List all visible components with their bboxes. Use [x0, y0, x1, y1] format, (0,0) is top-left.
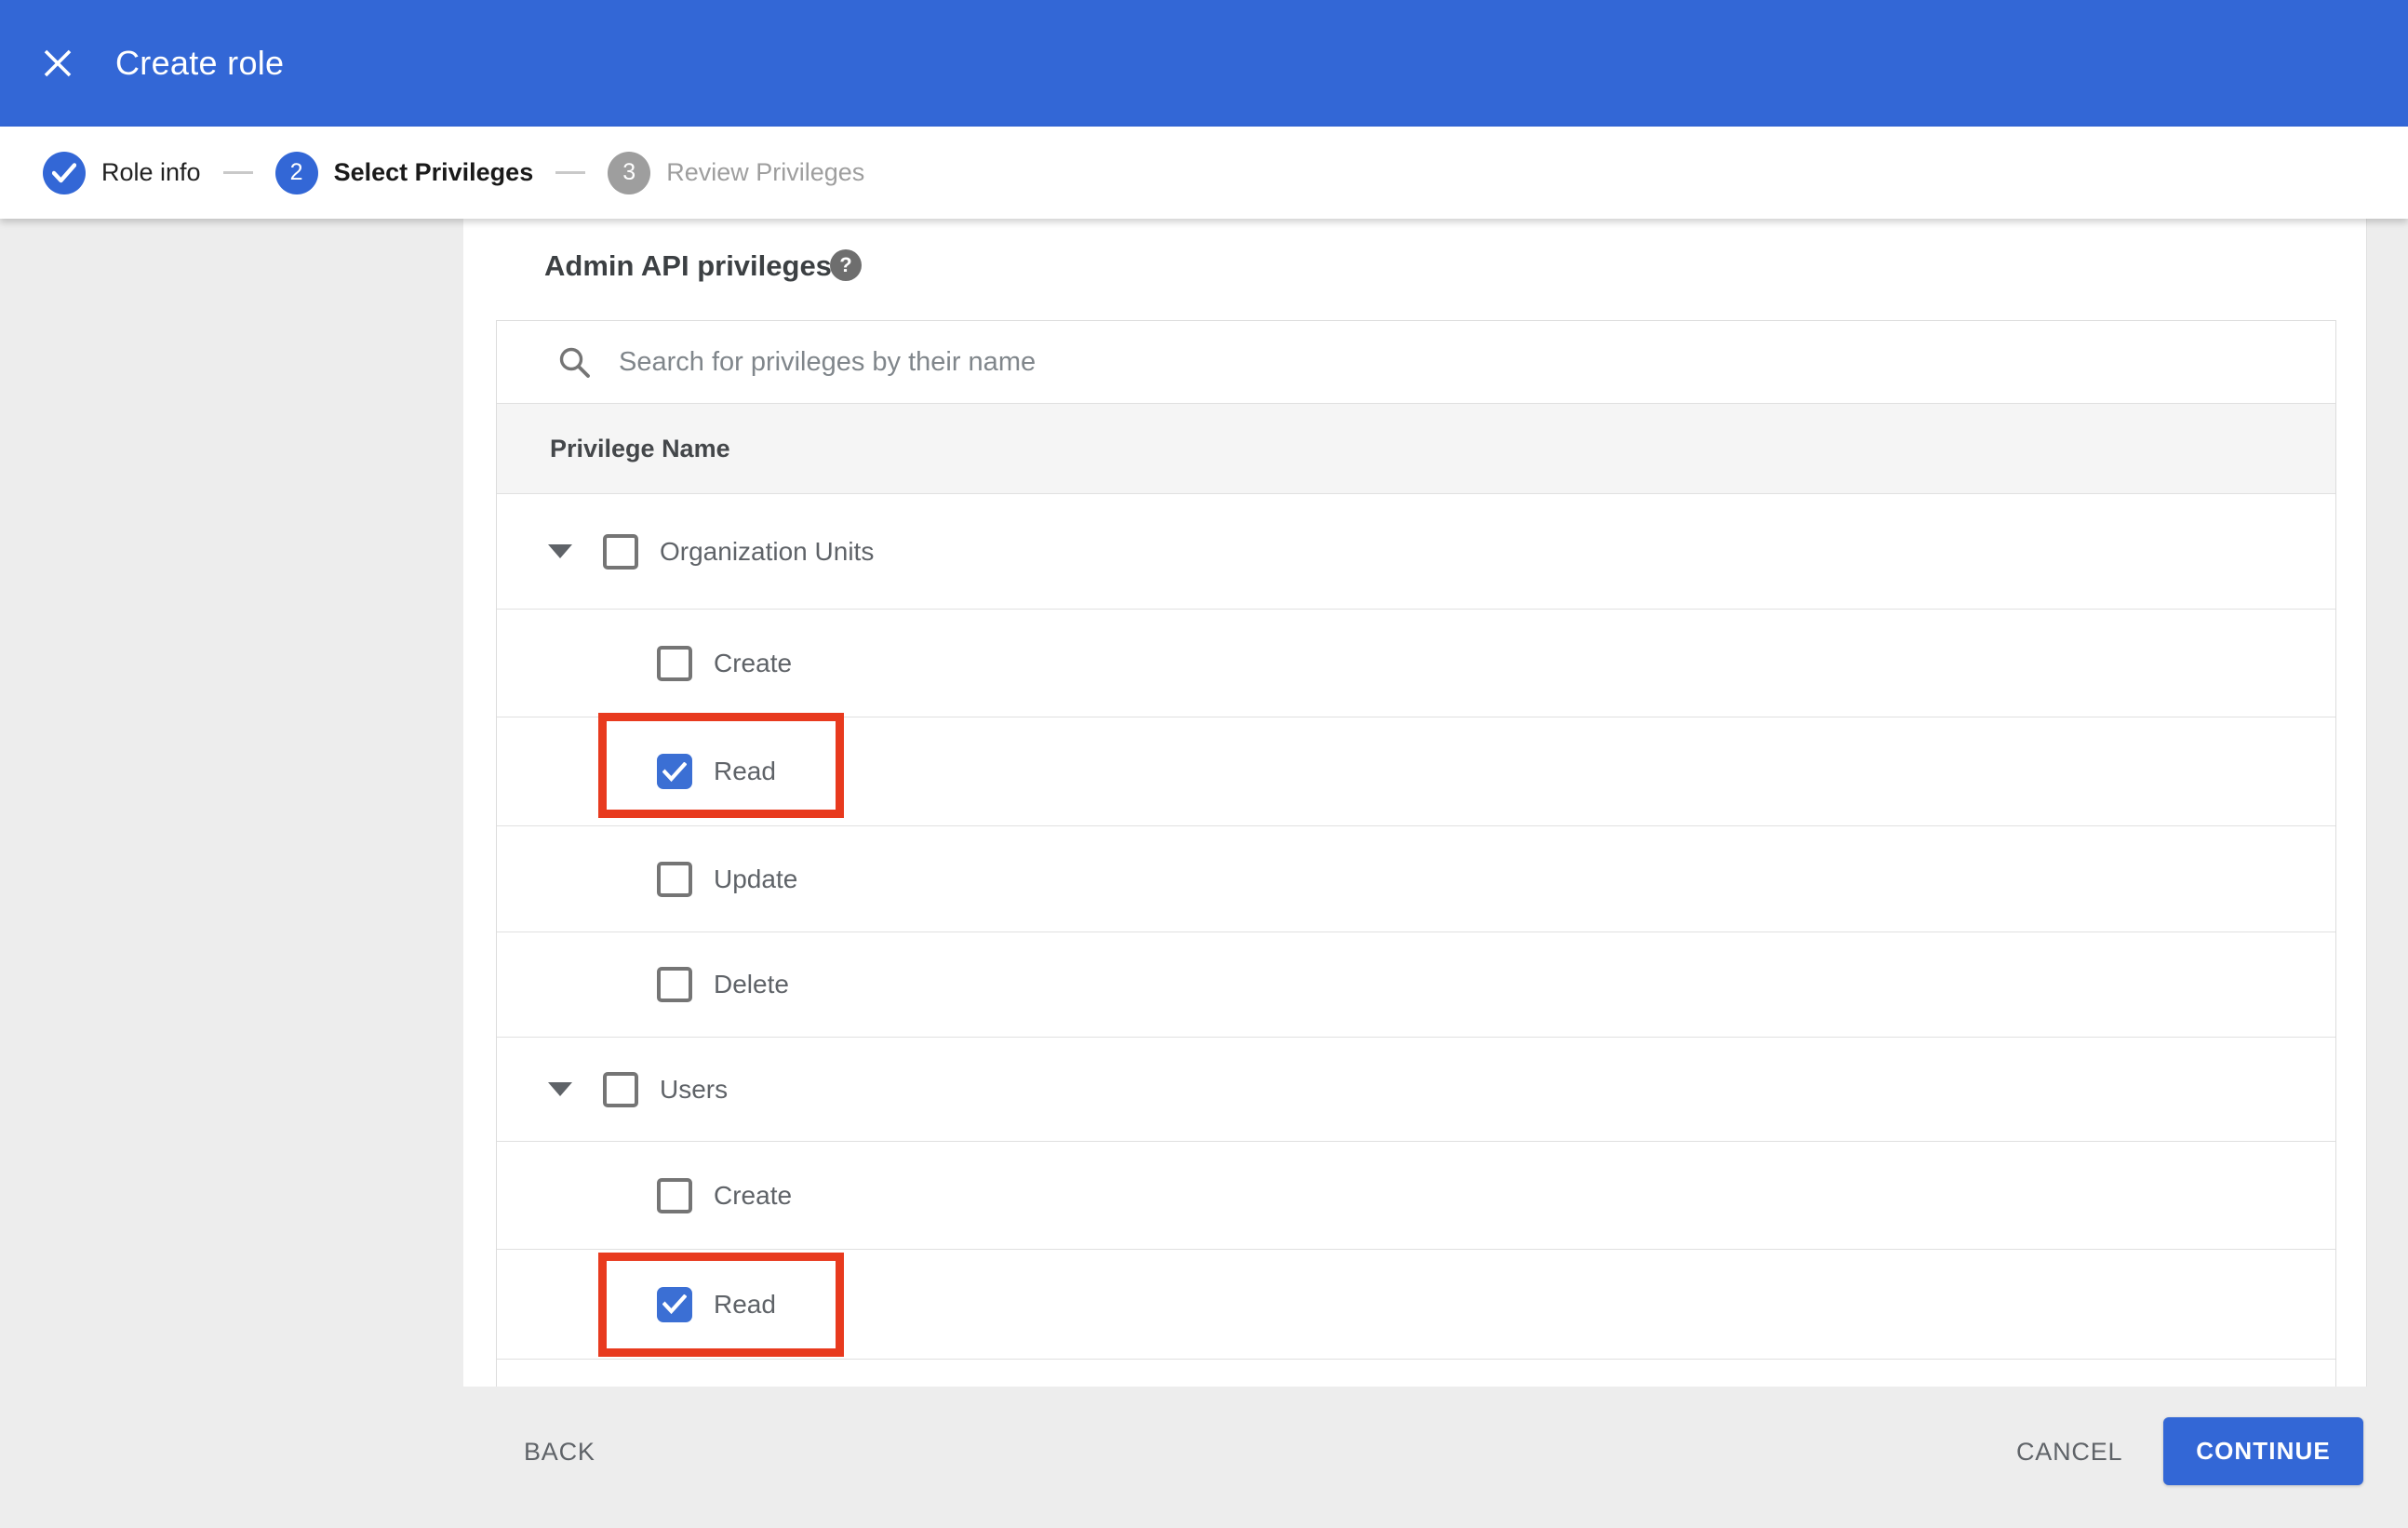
checkbox-users-create[interactable] — [657, 1177, 692, 1213]
privilege-label: Users — [660, 1074, 729, 1104]
table-header-label: Privilege Name — [550, 434, 730, 462]
step-label: Review Privileges — [666, 158, 865, 186]
continue-button[interactable]: CONTINUE — [2163, 1417, 2363, 1485]
privileges-card: Privilege Name Organization Units Create… — [496, 320, 2336, 1387]
privilege-label: Create — [714, 1180, 793, 1210]
app-bar: Create role — [0, 0, 2408, 127]
search-row — [497, 321, 2335, 403]
checkbox-organization-units[interactable] — [603, 533, 638, 570]
table-header-row: Privilege Name — [497, 403, 2335, 494]
privilege-row-users: Users — [497, 1038, 2335, 1142]
step-check-icon — [43, 151, 86, 194]
checkbox-ou-delete[interactable] — [657, 967, 692, 1002]
close-icon[interactable] — [41, 47, 74, 80]
checkbox-ou-read[interactable] — [657, 754, 692, 789]
cancel-button[interactable]: CANCEL — [2016, 1436, 2122, 1468]
privilege-row-organization-units: Organization Units — [497, 494, 2335, 610]
privilege-label: Read — [714, 757, 776, 785]
privilege-label: Update — [714, 864, 798, 893]
step-number: 2 — [274, 151, 318, 194]
privilege-row-ou-create: Create — [497, 610, 2335, 717]
checkbox-ou-create[interactable] — [657, 645, 692, 681]
check-icon — [662, 1294, 687, 1314]
step-number: 3 — [608, 151, 651, 194]
step-select-privileges[interactable]: 2 Select Privileges — [274, 151, 534, 194]
help-icon[interactable]: ? — [830, 249, 862, 281]
privilege-row-users-create: Create — [497, 1142, 2335, 1250]
step-label: Select Privileges — [333, 158, 534, 186]
checkbox-users[interactable] — [603, 1071, 638, 1107]
search-input[interactable] — [617, 345, 1923, 379]
back-button[interactable]: BACK — [524, 1436, 595, 1468]
privilege-row-ou-delete: Delete — [497, 932, 2335, 1038]
step-review-privileges[interactable]: 3 Review Privileges — [608, 151, 865, 194]
page-title: Create role — [115, 44, 285, 82]
privilege-label: Read — [714, 1289, 776, 1319]
collapse-arrow-icon[interactable] — [548, 1082, 572, 1096]
privilege-row-users-read: Read — [497, 1250, 2335, 1360]
privilege-row-ou-update: Update — [497, 826, 2335, 932]
step-connector — [222, 171, 253, 174]
privilege-row-ou-read: Read — [497, 717, 2335, 826]
step-label: Role info — [101, 158, 201, 186]
search-icon — [557, 345, 591, 379]
privilege-label: Organization Units — [660, 536, 875, 566]
step-role-info[interactable]: Role info — [43, 151, 201, 194]
checkbox-users-read[interactable] — [657, 1286, 692, 1322]
privilege-label: Create — [714, 648, 793, 677]
table-filler — [497, 1360, 2335, 1387]
checkbox-ou-update[interactable] — [657, 861, 692, 897]
privilege-label: Delete — [714, 970, 789, 999]
section-heading: Admin API privileges — [544, 249, 832, 282]
create-role-dialog: Create role Role info 2 Select Privilege… — [0, 0, 2408, 1528]
stepper: Role info 2 Select Privileges 3 Review P… — [0, 127, 2408, 219]
collapse-arrow-icon[interactable] — [548, 544, 572, 558]
check-icon — [662, 761, 687, 782]
step-connector — [555, 171, 586, 174]
